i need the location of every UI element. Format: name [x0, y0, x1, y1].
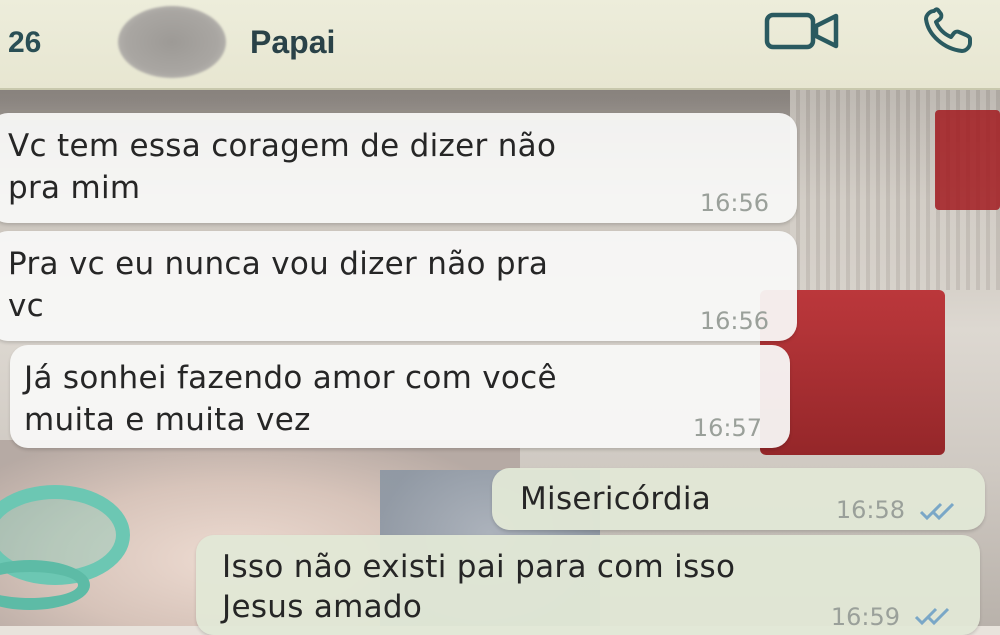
contact-avatar[interactable]: [118, 6, 226, 78]
double-check-read-icon: [917, 500, 963, 522]
message-text: Vc tem essa coragem de dizer não pra mim: [8, 128, 557, 206]
contact-name[interactable]: Papai: [250, 24, 335, 61]
message-time: 16:58: [835, 496, 905, 524]
message-bubble-incoming[interactable]: Vc tem essa coragem de dizer não pra mim…: [0, 113, 797, 223]
message-text: Já sonhei fazendo amor com você muita e …: [24, 360, 557, 438]
message-bubble-incoming[interactable]: Pra vc eu nunca vou dizer não pra vc 16:…: [0, 231, 797, 341]
message-bubble-outgoing[interactable]: Misericórdia 16:58: [492, 468, 985, 530]
double-check-read-icon: [912, 605, 958, 627]
phone-icon[interactable]: [910, 6, 990, 56]
message-time: 16:56: [699, 307, 769, 335]
message-time: 16:59: [830, 603, 900, 631]
message-text: Pra vc eu nunca vou dizer não pra vc: [8, 246, 549, 324]
message-bubble-outgoing[interactable]: Isso não existi pai para com isso Jesus …: [196, 535, 980, 635]
message-time: 16:56: [699, 189, 769, 217]
message-time: 16:57: [692, 414, 762, 442]
wallpaper-red-box: [935, 110, 1000, 210]
chat-header: 26 Papai: [0, 0, 1000, 90]
back-button-unread-count[interactable]: 26: [8, 26, 41, 60]
message-bubble-incoming[interactable]: Já sonhei fazendo amor com você muita e …: [10, 345, 790, 448]
video-camera-icon[interactable]: [763, 6, 843, 56]
